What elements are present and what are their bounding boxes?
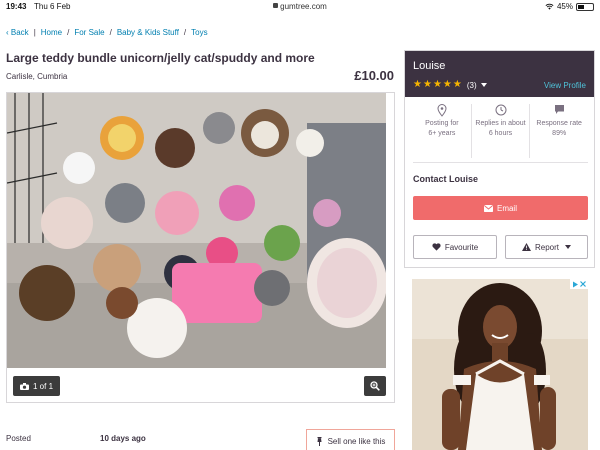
location-pin-icon [437,104,447,117]
breadcrumb-baby-kids[interactable]: Baby & Kids Stuff [117,28,179,37]
sell-one-label: Sell one like this [327,436,386,446]
report-button[interactable]: Report [505,235,588,259]
seller-rating[interactable]: ★ ★ ★ ★ ★ (3) [413,80,487,90]
star-icon: ★ [413,79,422,90]
adchoices-icon [573,281,578,287]
advertisement[interactable] [412,279,588,450]
clock-icon [495,104,506,116]
heart-icon [432,243,441,251]
speech-bubble-icon [554,105,564,114]
status-bar: 19:43 Thu 6 Feb gumtree.com 45% [0,0,600,14]
chevron-down-icon [480,83,487,87]
seller-card: Louise ★ ★ ★ ★ ★ (3) View Profile Postin… [404,50,595,268]
url-text: gumtree.com [280,2,327,11]
contact-title: Contact Louise [413,174,479,184]
favourite-label: Favourite [444,242,479,252]
stat-value: 6+ years [428,130,456,137]
zoom-button[interactable] [364,376,386,396]
breadcrumb: ‹ Back | Home / For Sale / Baby & Kids S… [6,28,208,37]
stat-label: Replies in about [475,120,526,127]
camera-icon [20,382,29,390]
breadcrumb-toys[interactable]: Toys [191,28,207,37]
posted-label: Posted [6,434,31,443]
view-profile-link[interactable]: View Profile [544,81,586,90]
ad-choices-badge[interactable] [570,279,588,289]
photo-count-badge[interactable]: 1 of 1 [13,376,61,396]
breadcrumb-for-sale[interactable]: For Sale [74,28,104,37]
stat-posting-for: Posting for 6+ years [413,104,472,158]
star-icon: ★ [422,79,432,90]
envelope-icon [483,204,493,212]
photo-gallery: 1 of 1 [6,92,395,403]
listing-photo[interactable] [7,93,386,368]
listing-location: Carlisle, Cumbria [6,72,68,81]
stat-replies: Replies in about 6 hours [472,104,531,158]
back-link[interactable]: ‹ Back [6,28,29,37]
zoom-icon [370,381,380,391]
rating-count: (3) [466,80,477,90]
stat-label: Response rate [536,120,582,127]
listing-price: £10.00 [354,68,394,83]
photo-count-text: 1 of 1 [33,381,54,391]
sell-one-like-this-button[interactable]: Sell one like this [306,429,395,450]
seller-header: Louise ★ ★ ★ ★ ★ (3) View Profile [405,51,594,97]
close-icon [580,281,586,287]
wifi-icon [545,3,554,10]
email-button[interactable]: Email [413,196,588,220]
stat-value: 6 hours [488,130,513,137]
battery-percent: 45% [556,2,573,11]
seller-stats: Posting for 6+ years Replies in about 6 … [413,104,588,158]
stat-value: 89% [552,130,567,137]
ad-image [412,279,588,450]
report-label: Report [534,242,559,252]
breadcrumb-home[interactable]: Home [41,28,62,37]
seller-name: Louise [413,60,446,72]
divider [413,162,588,163]
lock-icon [273,3,279,9]
warning-icon [521,243,531,251]
star-icon: ★ [442,79,452,90]
stat-response-rate: Response rate 89% [530,104,588,158]
posted-value: 10 days ago [100,434,146,443]
address-bar[interactable]: gumtree.com [0,2,600,11]
email-button-label: Email [496,203,517,213]
stat-label: Posting for [425,120,459,127]
pin-icon [317,436,322,446]
listing-title: Large teddy bundle unicorn/jelly cat/spu… [6,51,315,65]
favourite-button[interactable]: Favourite [413,235,497,259]
chevron-down-icon [565,245,571,249]
star-icon: ★ [452,79,462,90]
star-icon: ★ [432,79,442,90]
battery-icon [576,2,594,11]
